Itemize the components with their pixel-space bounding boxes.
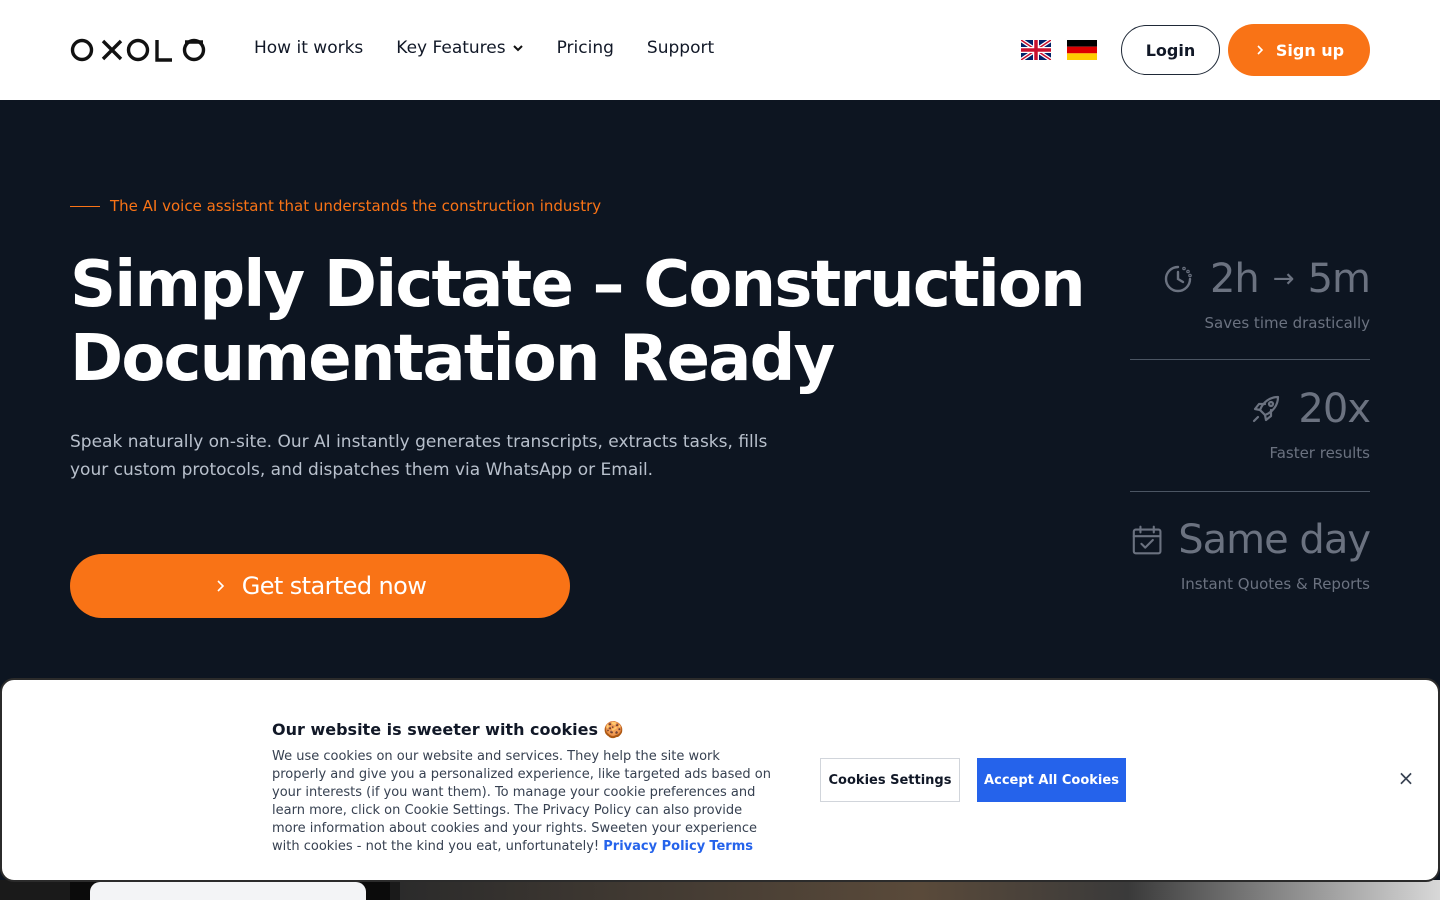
- accept-all-cookies-button[interactable]: Accept All Cookies: [977, 758, 1126, 802]
- privacy-policy-link[interactable]: Privacy Policy: [603, 839, 705, 854]
- hero-photo: [400, 880, 1440, 900]
- chevron-down-icon: [512, 45, 523, 52]
- chevron-right-icon: [1257, 45, 1263, 55]
- stat-faster: 20x Faster results: [1130, 386, 1371, 464]
- eyebrow-line: [70, 205, 100, 207]
- site-header: How it works Key Features Pricing Suppor…: [0, 0, 1440, 100]
- cookie-title: Our website is sweeter with cookies 🍪: [272, 720, 624, 739]
- cookie-banner: Our website is sweeter with cookies 🍪 We…: [0, 678, 1440, 882]
- signup-button[interactable]: Sign up: [1228, 24, 1370, 76]
- rocket-icon: [1253, 395, 1280, 423]
- calendar-check-icon: [1132, 525, 1162, 555]
- uk-flag-icon[interactable]: [1021, 40, 1051, 60]
- chevron-right-icon: [217, 580, 224, 592]
- stat-divider: [1130, 491, 1370, 492]
- de-flag-icon[interactable]: [1067, 40, 1097, 60]
- close-icon[interactable]: ×: [1396, 768, 1416, 788]
- main-nav: How it works Key Features Pricing Suppor…: [254, 38, 714, 58]
- login-button[interactable]: Login: [1121, 25, 1220, 75]
- content-peek: [0, 880, 1440, 900]
- nav-key-features[interactable]: Key Features: [396, 38, 523, 58]
- stat-time-saved: 2h → 5m Saves time drastically: [1130, 256, 1371, 334]
- nav-how-it-works[interactable]: How it works: [254, 38, 363, 58]
- oxolo-logo[interactable]: [70, 36, 206, 64]
- clock-icon: [1164, 265, 1192, 293]
- terms-link[interactable]: Terms: [709, 839, 753, 854]
- report-card-preview: [70, 880, 390, 900]
- stat-same-day: Same day Instant Quotes & Reports: [1130, 517, 1371, 595]
- get-started-button[interactable]: Get started now: [70, 554, 570, 618]
- nav-pricing[interactable]: Pricing: [557, 38, 614, 58]
- cookie-text: We use cookies on our website and servic…: [272, 749, 771, 854]
- hero-eyebrow: The AI voice assistant that understands …: [70, 197, 601, 215]
- report-card-surface: [90, 882, 366, 900]
- hero-description: Speak naturally on-site. Our AI instantl…: [70, 432, 768, 480]
- stat-divider: [1130, 359, 1370, 360]
- hero-title: Simply Dictate – Construction Documentat…: [70, 248, 1086, 396]
- nav-support[interactable]: Support: [647, 38, 714, 58]
- cookies-settings-button[interactable]: Cookies Settings: [820, 758, 960, 802]
